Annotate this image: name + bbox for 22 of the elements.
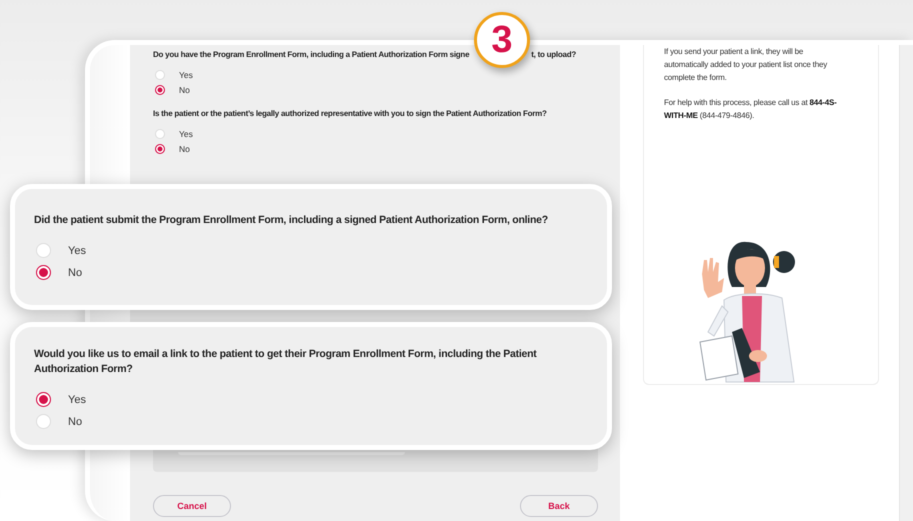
help-text: For help with this process, please call us at 844-4S-WITH-ME (844-479-4846). [664, 97, 838, 122]
question-text: t, to upload? [531, 50, 576, 59]
question-text: Did the patient submit the Program Enrollment Form, including a signed Patient Authorization Form, online? [34, 213, 549, 228]
option-label: No [179, 85, 190, 95]
form-button[interactable]: Back [520, 495, 598, 517]
radio-button[interactable] [155, 85, 165, 95]
option-label: No [179, 144, 190, 154]
option-label: Yes [68, 244, 86, 256]
question-text: Do you have the Program Enrollment Form, including a Patient Authorization Form signe [153, 50, 470, 59]
option-label: Yes [179, 129, 193, 139]
option-label: Yes [179, 70, 193, 80]
radio-button[interactable] [36, 392, 51, 407]
option-label: No [68, 266, 82, 278]
step-number-badge: 3 [474, 12, 530, 68]
option-label: No [68, 416, 82, 428]
radio-button[interactable] [36, 265, 51, 280]
question-text: Is the patient or the patient’s legally authorized representative with you to sign the Patient Authorization Form? [153, 109, 547, 118]
radio-button[interactable] [155, 144, 165, 154]
form-button[interactable]: Cancel [153, 495, 231, 517]
question-text: Would you like us to email a link to the patient to get their Program Enrollment Form, including the Patient Authorization Form? [34, 347, 538, 377]
help-text: If you send your patient a link, they will be automatically added to your patient list once they complete the form. [664, 46, 828, 84]
option-label: Yes [68, 394, 86, 406]
